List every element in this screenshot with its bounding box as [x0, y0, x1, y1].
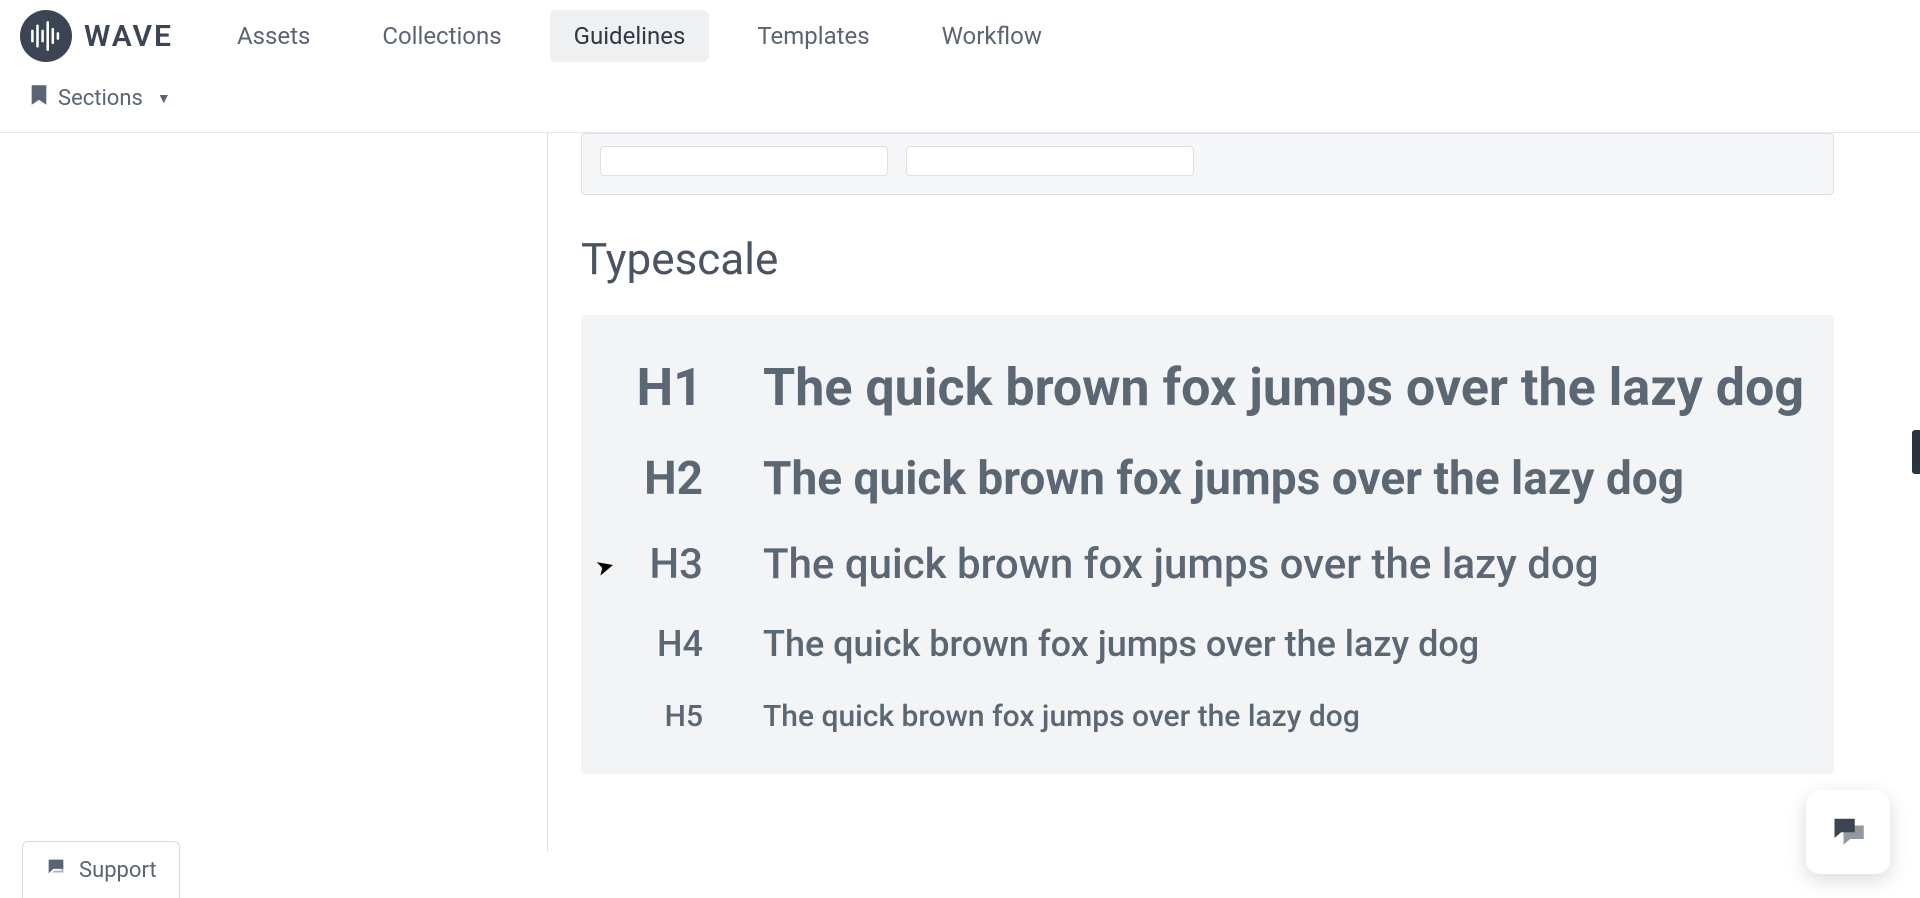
chat-bubbles-icon: [1830, 812, 1866, 852]
nav-guidelines[interactable]: Guidelines: [550, 10, 710, 62]
scroll-indicator: [1912, 430, 1920, 474]
main-nav: Assets Collections Guidelines Templates …: [213, 10, 1066, 62]
card-placeholder: [906, 146, 1194, 176]
content-divider: [547, 133, 548, 851]
typescale-row-h5: H5 The quick brown fox jumps over the la…: [631, 699, 1784, 734]
typescale-label: H1: [631, 357, 703, 418]
typescale-row-h2: H2 The quick brown fox jumps over the la…: [631, 452, 1784, 506]
support-label: Support: [79, 858, 157, 883]
sub-bar: Sections ▼: [0, 66, 1920, 133]
bookmark-icon: [30, 84, 48, 112]
typescale-sample: The quick brown fox jumps over the lazy …: [763, 452, 1684, 506]
sections-dropdown[interactable]: Sections ▼: [30, 84, 171, 112]
chat-fab[interactable]: [1806, 790, 1890, 874]
typescale-label: H3: [631, 540, 703, 589]
brand-logo[interactable]: WAVE: [20, 10, 173, 62]
nav-collections[interactable]: Collections: [358, 10, 525, 62]
main-area: Typescale H1 The quick brown fox jumps o…: [0, 133, 1920, 851]
top-bar: WAVE Assets Collections Guidelines Templ…: [0, 0, 1920, 66]
chevron-down-icon: ▼: [157, 90, 171, 107]
sections-label: Sections: [58, 86, 143, 111]
typescale-sample: The quick brown fox jumps over the lazy …: [763, 699, 1360, 734]
typescale-heading: Typescale: [581, 233, 1834, 285]
typescale-row-h3: H3 The quick brown fox jumps over the la…: [631, 540, 1784, 589]
nav-workflow[interactable]: Workflow: [918, 10, 1066, 62]
typescale-sample: The quick brown fox jumps over the lazy …: [763, 623, 1479, 665]
typescale-row-h1: H1 The quick brown fox jumps over the la…: [631, 357, 1784, 418]
typescale-label: H5: [631, 699, 703, 734]
brand-name: WAVE: [84, 19, 173, 54]
card-placeholder: [600, 146, 888, 176]
nav-templates[interactable]: Templates: [733, 10, 893, 62]
typescale-sample: The quick brown fox jumps over the lazy …: [763, 540, 1599, 589]
typescale-label: H2: [631, 452, 703, 506]
chat-icon: [45, 856, 67, 884]
typescale-label: H4: [631, 623, 703, 665]
support-button[interactable]: Support: [22, 841, 180, 898]
content-column: Typescale H1 The quick brown fox jumps o…: [547, 133, 1868, 851]
typescale-row-h4: H4 The quick brown fox jumps over the la…: [631, 623, 1784, 665]
previous-block-stub: [581, 133, 1834, 195]
wave-logo-icon: [20, 10, 72, 62]
typescale-sample: The quick brown fox jumps over the lazy …: [763, 357, 1804, 418]
typescale-block: H1 The quick brown fox jumps over the la…: [581, 315, 1834, 774]
nav-assets[interactable]: Assets: [213, 10, 334, 62]
